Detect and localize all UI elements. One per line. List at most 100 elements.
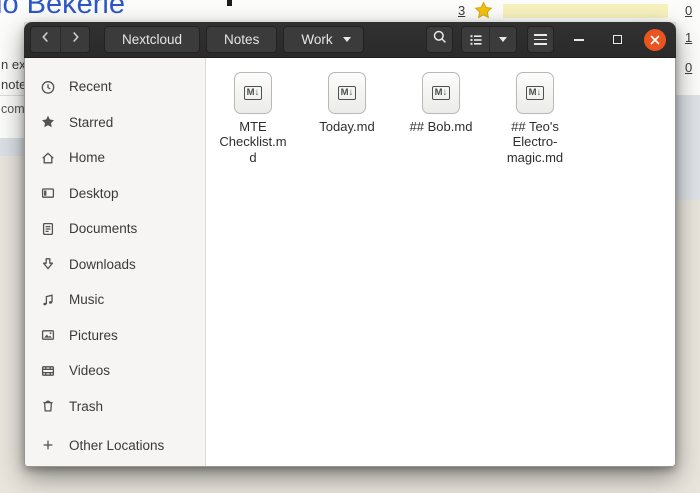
search-icon	[432, 29, 448, 50]
markdown-file-icon: M↓	[422, 72, 460, 114]
maximize-icon	[612, 35, 622, 44]
file-name: ## Teo's Electro-magic.md	[506, 119, 564, 165]
music-note-icon	[40, 292, 56, 308]
back-button[interactable]	[31, 27, 60, 52]
home-icon	[40, 150, 56, 166]
sidebar-item-other-locations[interactable]: Other Locations	[25, 424, 205, 466]
sidebar-item-documents[interactable]: Documents	[25, 211, 205, 247]
sidebar-item-starred[interactable]: Starred	[25, 105, 205, 141]
markdown-file-icon: M↓	[516, 72, 554, 114]
desktop-icon	[40, 185, 56, 201]
background-glyph-fragment	[227, 0, 232, 6]
view-options-dropdown-button[interactable]	[489, 27, 516, 52]
sidebar-item-videos[interactable]: Videos	[25, 353, 205, 389]
chevron-down-icon	[342, 37, 351, 42]
minimize-icon	[574, 38, 584, 41]
sidebar-item-pictures[interactable]: Pictures	[25, 318, 205, 354]
download-icon	[40, 256, 56, 272]
file-grid: M↓ MTE Checklist.md M↓ Today.md M↓ ## Bo…	[206, 58, 675, 466]
titlebar: Nextcloud Notes Work	[24, 22, 676, 58]
sidebar-item-recent[interactable]: Recent	[25, 69, 205, 105]
chevron-down-icon	[499, 37, 507, 42]
window-controls	[567, 28, 667, 52]
hamburger-menu-icon	[534, 34, 547, 45]
background-page-right-strip: 1 0	[676, 22, 700, 95]
file-item[interactable]: M↓ Today.md	[300, 70, 394, 165]
star-icon	[40, 114, 56, 130]
history-nav-group	[30, 26, 90, 53]
markdown-file-icon: M↓	[234, 72, 272, 114]
menu-button[interactable]	[527, 26, 554, 53]
list-view-button[interactable]	[462, 27, 489, 52]
sidebar-item-music[interactable]: Music	[25, 282, 205, 318]
search-button[interactable]	[426, 26, 453, 53]
background-heading-fragment: io Bekerle	[0, 0, 125, 20]
breadcrumb-work-current[interactable]: Work	[283, 26, 364, 53]
background-text-fragment: note	[1, 77, 24, 92]
file-manager-window: Nextcloud Notes Work Recent Starred Home…	[24, 22, 676, 467]
video-icon	[40, 363, 56, 379]
picture-icon	[40, 327, 56, 343]
view-mode-split-button	[461, 26, 517, 53]
minimize-button[interactable]	[567, 28, 591, 52]
plus-icon	[40, 437, 56, 453]
background-number-link[interactable]: 0	[685, 61, 692, 74]
breadcrumb: Nextcloud Notes Work	[104, 26, 364, 53]
background-text-fragment: com	[1, 102, 24, 116]
sidebar-item-label: Recent	[69, 79, 112, 95]
file-item[interactable]: M↓ ## Teo's Electro-magic.md	[488, 70, 582, 165]
sidebar-item-label: Documents	[69, 221, 138, 237]
markdown-file-icon: M↓	[328, 72, 366, 114]
sidebar-item-downloads[interactable]: Downloads	[25, 247, 205, 283]
recent-icon	[40, 79, 56, 95]
chevron-left-icon	[38, 29, 54, 50]
star-icon	[474, 1, 493, 20]
sidebar-item-label: Trash	[69, 398, 104, 414]
list-view-icon	[470, 34, 481, 45]
sidebar-item-trash[interactable]: Trash	[25, 389, 205, 425]
background-section-bar	[0, 138, 24, 156]
background-page-left-strip: n ex note com	[0, 22, 24, 140]
sidebar-item-label: Desktop	[69, 185, 119, 201]
sidebar-item-label: Pictures	[69, 327, 118, 343]
trash-icon	[40, 398, 56, 414]
markdown-badge: M↓	[431, 85, 451, 101]
sidebar-item-label: Downloads	[69, 256, 136, 272]
document-icon	[40, 221, 56, 237]
file-name: Today.md	[319, 119, 375, 134]
background-section-block	[676, 95, 700, 200]
background-number-link[interactable]: 1	[685, 31, 692, 44]
sidebar-item-home[interactable]: Home	[25, 140, 205, 176]
chevron-right-icon	[67, 29, 83, 50]
file-item[interactable]: M↓ MTE Checklist.md	[206, 70, 300, 165]
sidebar-item-label: Home	[69, 150, 106, 166]
background-page-top-strip: io Bekerle 3 0	[0, 0, 700, 22]
sidebar-item-label: Starred	[69, 114, 114, 130]
forward-button[interactable]	[60, 27, 89, 52]
close-button[interactable]	[643, 28, 667, 52]
file-item[interactable]: M↓ ## Bob.md	[394, 70, 488, 165]
markdown-badge: M↓	[525, 85, 545, 101]
background-number-link[interactable]: 0	[685, 4, 692, 17]
file-name: MTE Checklist.md	[219, 119, 287, 165]
breadcrumb-nextcloud[interactable]: Nextcloud	[104, 26, 201, 53]
window-body: Recent Starred Home Desktop Documents Do…	[24, 58, 676, 467]
background-rating-count-link[interactable]: 3	[458, 4, 465, 17]
markdown-badge: M↓	[337, 85, 357, 101]
places-sidebar: Recent Starred Home Desktop Documents Do…	[25, 58, 206, 466]
close-icon	[644, 28, 666, 51]
sidebar-item-label: Videos	[69, 363, 111, 379]
markdown-badge: M↓	[243, 85, 263, 101]
titlebar-tools	[426, 26, 554, 53]
background-divider	[0, 95, 24, 96]
breadcrumb-label: Nextcloud	[122, 32, 183, 47]
file-name: ## Bob.md	[409, 119, 473, 134]
breadcrumb-label: Work	[301, 32, 333, 47]
sidebar-item-label: Other Locations	[69, 437, 165, 453]
background-text-fragment: n ex	[1, 57, 24, 72]
sidebar-item-label: Music	[69, 292, 105, 308]
breadcrumb-notes[interactable]: Notes	[206, 26, 278, 53]
breadcrumb-label: Notes	[224, 32, 260, 47]
sidebar-item-desktop[interactable]: Desktop	[25, 176, 205, 212]
maximize-button[interactable]	[605, 28, 629, 52]
